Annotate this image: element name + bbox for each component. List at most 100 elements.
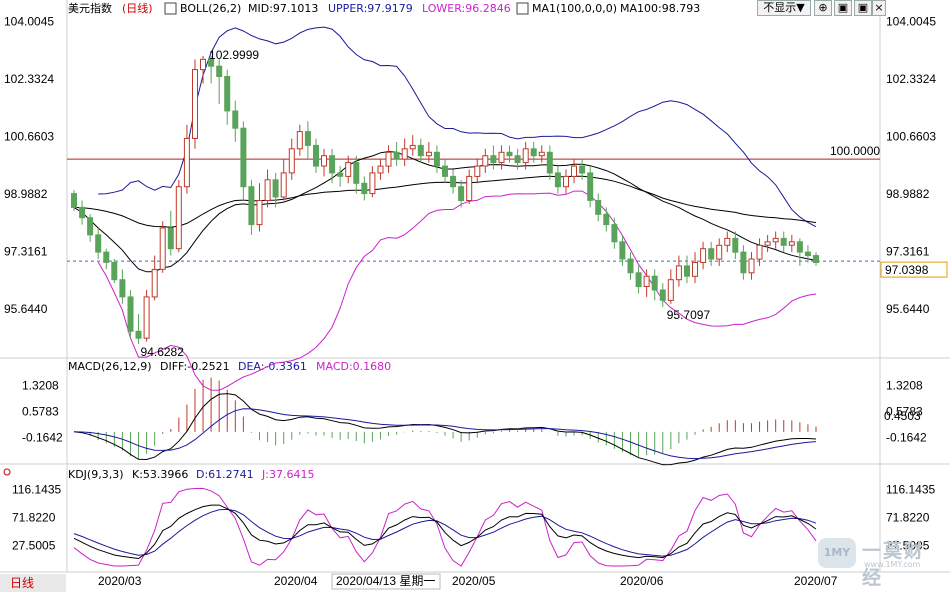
candle-body xyxy=(353,162,360,184)
candle-body xyxy=(651,275,658,291)
candle-body xyxy=(200,58,206,71)
candle-body xyxy=(232,110,239,129)
crosshair-icon[interactable] xyxy=(3,468,11,476)
candle-body xyxy=(595,200,602,215)
candle-body xyxy=(756,244,763,260)
candle-body xyxy=(264,179,271,202)
add-indicator-icon[interactable]: ⊕ xyxy=(814,0,832,16)
candle-body xyxy=(361,182,368,195)
candle-body xyxy=(675,265,682,281)
low-annotation-1: 94.6282 xyxy=(141,345,185,359)
candle-body xyxy=(538,151,545,157)
candle-body xyxy=(482,155,489,167)
logo-badge: 1MY xyxy=(818,538,856,568)
kdj-k: K:53.3966 xyxy=(132,468,188,481)
candle-body xyxy=(700,248,707,263)
candle-body xyxy=(321,155,327,167)
period-tab[interactable]: 日线 xyxy=(0,574,66,592)
kdj-d: D:61.2741 xyxy=(196,468,254,481)
candle-body xyxy=(192,69,198,139)
ma-label: MA1(100,0,0,0) xyxy=(532,2,617,15)
candle-body xyxy=(732,237,739,253)
candle-body xyxy=(571,165,577,177)
candle-body xyxy=(393,151,400,160)
candle-body xyxy=(272,179,279,198)
candle-body xyxy=(256,200,263,226)
candle-body xyxy=(506,151,513,157)
candle-body xyxy=(280,172,287,198)
candle-body xyxy=(740,251,747,274)
candle-body xyxy=(716,244,723,260)
macd-y-tick-left: 0.5783 xyxy=(22,405,59,419)
candle-body xyxy=(369,172,376,195)
candle-body xyxy=(143,296,150,339)
hide-indicator-button[interactable]: 不显示▼ xyxy=(757,0,811,16)
candle-body xyxy=(554,172,561,188)
boll-label: BOLL(26,2) xyxy=(180,2,241,15)
x-label-2: 2020/04 xyxy=(274,574,318,588)
maximize-icon[interactable]: ▣ xyxy=(854,0,872,16)
candle-body xyxy=(530,148,537,157)
candle-body xyxy=(103,251,110,263)
main-y-tick-left: 104.0045 xyxy=(4,14,54,28)
macd-dea: DEA:-0.3361 xyxy=(238,360,307,373)
candle-body xyxy=(579,165,586,174)
candle-body xyxy=(87,217,94,236)
candle-body xyxy=(474,165,481,177)
candle-body xyxy=(442,165,448,177)
crosshair-date: 2020/04/13 星期一 xyxy=(336,574,435,588)
boll-icon xyxy=(164,2,177,15)
main-y-tick-right: 100.6603 xyxy=(886,129,936,143)
candle-body xyxy=(313,144,319,167)
candle-body xyxy=(167,227,174,250)
macd-diff: DIFF:-0.2521 xyxy=(160,360,230,373)
period-bracket: (日线) xyxy=(122,1,153,15)
upper-label: UPPER:97.9179 xyxy=(328,2,413,15)
close-icon[interactable]: × xyxy=(872,0,886,16)
candle-body xyxy=(417,144,424,157)
x-label-3: 2020/05 xyxy=(452,574,496,588)
main-y-tick-left: 102.3324 xyxy=(4,72,54,86)
candle-body xyxy=(635,272,642,288)
candle-body xyxy=(724,237,731,246)
candle-body xyxy=(546,151,553,174)
candle-body xyxy=(71,193,77,208)
high-annotation: 102.9999 xyxy=(209,48,259,62)
window-icon[interactable]: ▣ xyxy=(834,0,852,16)
candle-body xyxy=(490,155,497,164)
candle-body xyxy=(159,227,166,270)
candle-body xyxy=(522,148,529,164)
candle-body xyxy=(563,175,569,188)
candle-body xyxy=(708,248,715,260)
candle-body xyxy=(151,268,158,298)
candle-body xyxy=(127,296,134,332)
candle-body xyxy=(95,234,102,253)
candle-body xyxy=(409,144,416,150)
candle-body xyxy=(337,172,344,177)
candle-body xyxy=(659,289,666,301)
candle-body xyxy=(224,76,231,112)
candle-body xyxy=(772,237,779,243)
candle-body xyxy=(450,175,457,188)
candle-body xyxy=(248,186,255,226)
kline-chart[interactable]: 美元指数 (日线) BOLL(26,2) MID:97.1013 UPPER:9… xyxy=(0,0,950,592)
candle-body xyxy=(813,255,819,264)
candle-body xyxy=(498,151,505,164)
candle-body xyxy=(175,186,182,250)
candle-body xyxy=(240,127,247,188)
brand-logo: 1MY 一莫财经 www.1MY.com xyxy=(818,536,942,589)
macd-y-tick-left: 1.3208 xyxy=(22,379,59,393)
candle-body xyxy=(425,151,432,157)
macd-title: MACD(26,12,9) xyxy=(68,360,152,373)
candle-body xyxy=(804,251,811,257)
candle-body xyxy=(514,155,521,164)
main-y-tick-right: 98.9882 xyxy=(886,187,930,201)
candle-body xyxy=(296,131,303,150)
logo-sub: www.1MY.com xyxy=(864,560,921,569)
candle-body xyxy=(788,241,795,246)
candle-body xyxy=(796,241,803,253)
candle-body xyxy=(329,155,336,174)
candle-body xyxy=(684,265,690,277)
candle-body xyxy=(619,241,626,260)
macd-y-tick-right: -0.1642 xyxy=(886,431,927,445)
